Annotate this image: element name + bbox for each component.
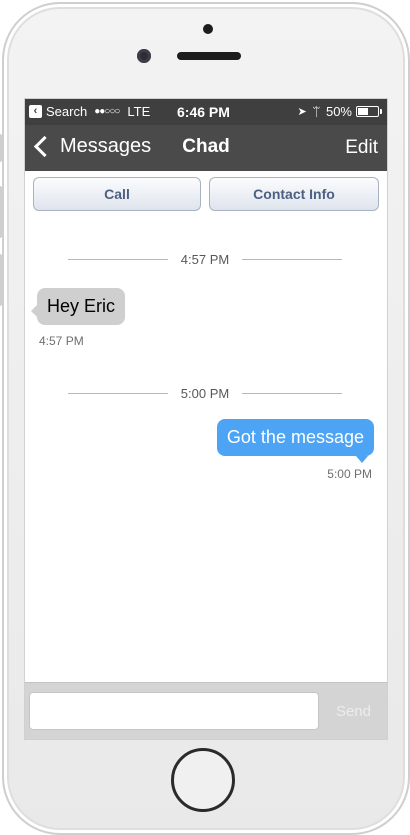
bluetooth-icon: ᛠ bbox=[312, 104, 320, 119]
conversation-title: Chad bbox=[182, 136, 230, 157]
bubble-tail bbox=[356, 456, 368, 463]
carrier-label: LTE bbox=[127, 104, 151, 119]
status-time: 6:46 PM bbox=[177, 104, 230, 120]
navigation-bar: Messages Chad Edit bbox=[25, 125, 387, 171]
home-button[interactable] bbox=[171, 748, 235, 812]
front-camera bbox=[137, 49, 151, 63]
bubble-tail bbox=[31, 305, 37, 317]
time-divider: 5:00 PM bbox=[68, 386, 342, 401]
contact-actions: Call Contact Info bbox=[25, 177, 387, 213]
back-to-app-icon[interactable]: ‹ bbox=[29, 105, 42, 118]
time-divider-label-wrap: 5:00 PM bbox=[68, 386, 342, 401]
call-button[interactable]: Call bbox=[33, 177, 201, 211]
message-input[interactable] bbox=[29, 692, 319, 730]
incoming-message-bubble[interactable]: Hey Eric bbox=[31, 288, 126, 325]
outgoing-message-bubble[interactable]: Got the message bbox=[216, 419, 374, 463]
earpiece-speaker bbox=[177, 52, 241, 60]
contact-info-button[interactable]: Contact Info bbox=[209, 177, 379, 211]
status-right: ➤ ᛠ 50% bbox=[297, 104, 382, 119]
mute-switch bbox=[0, 134, 2, 162]
message-text: Got the message bbox=[226, 427, 364, 447]
message-timestamp: 4:57 PM bbox=[39, 334, 84, 348]
message-text: Hey Eric bbox=[47, 296, 116, 316]
battery-cap bbox=[380, 109, 382, 114]
edit-button[interactable]: Edit bbox=[345, 137, 378, 159]
screen: ‹ Search ●●○○○ LTE 6:46 PM ➤ ᛠ 50% Messa… bbox=[24, 98, 388, 740]
time-divider-label: 4:57 PM bbox=[172, 252, 238, 267]
battery-icon bbox=[356, 106, 382, 117]
signal-strength-icon: ●●○○○ bbox=[94, 106, 120, 117]
time-divider: 4:57 PM bbox=[68, 252, 342, 267]
status-left: ‹ Search ●●○○○ LTE bbox=[29, 104, 150, 119]
battery-fill bbox=[358, 108, 368, 115]
volume-up-button bbox=[0, 186, 2, 238]
battery-percent: 50% bbox=[325, 104, 352, 119]
time-divider-label: 5:00 PM bbox=[172, 386, 238, 401]
volume-down-button bbox=[0, 254, 2, 306]
send-button[interactable]: Send bbox=[336, 703, 371, 720]
time-divider-label-wrap: 4:57 PM bbox=[68, 252, 342, 267]
proximity-sensor bbox=[203, 24, 213, 34]
message-composer: Send bbox=[25, 682, 387, 739]
status-bar: ‹ Search ●●○○○ LTE 6:46 PM ➤ ᛠ 50% bbox=[25, 99, 387, 125]
back-to-app-label[interactable]: Search bbox=[46, 104, 87, 119]
location-arrow-icon: ➤ bbox=[297, 106, 307, 118]
message-timestamp: 5:00 PM bbox=[327, 467, 372, 481]
